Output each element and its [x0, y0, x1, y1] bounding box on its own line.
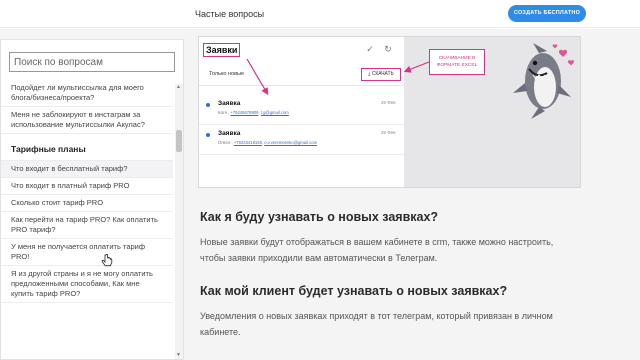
create-free-button[interactable]: СОЗДАТЬ БЕСПЛАТНО: [508, 5, 586, 22]
excel-note: СКАЧИВАНИЕ В ФОРМАТЕ EXCEL: [429, 49, 485, 75]
arrow-to-leads: [246, 58, 269, 96]
faq-list: Подойдет ли мультиссылка для моего блога…: [1, 80, 173, 303]
faq-item[interactable]: Сколько стоит тариф PRO: [1, 195, 173, 212]
faq-item[interactable]: Меня не заблокируют в инстаграм за испол…: [1, 107, 173, 134]
hand-cursor-icon: [101, 254, 113, 267]
top-bar: Частые вопросы СОЗДАТЬ БЕСПЛАТНО: [0, 0, 640, 28]
faq-item[interactable]: У меня не получается оплатить тариф PRO!: [1, 239, 173, 266]
section-title-tariffs: Тарифные планы: [1, 134, 173, 161]
question-heading-1: Как я буду узнавать о новых заявках?: [200, 210, 439, 224]
arrow-to-export: [403, 61, 430, 73]
page-title: Частые вопросы: [195, 9, 265, 19]
answer-text-1: Новые заявки будут отображаться в вашем …: [200, 237, 554, 263]
answer-text-2: Уведомления о новых заявках приходят в т…: [200, 311, 553, 337]
crm-screenshot-image: Заявки ✓ ↻ Только новые ⤓ СКАЧАТЬ Заявка…: [198, 36, 581, 188]
faq-search-input[interactable]: [9, 52, 175, 72]
faq-item-active[interactable]: Что входит в бесплатный тариф?: [1, 161, 173, 178]
faq-item[interactable]: Что входит в платный тариф PRO: [1, 178, 173, 195]
scrollbar-thumb[interactable]: [176, 130, 182, 152]
faq-item[interactable]: Я из другой страны и я не могу оплатить …: [1, 266, 173, 303]
faq-sidebar: Подойдет ли мультиссылка для моего блога…: [0, 39, 184, 360]
shark-mascot-icon: [513, 43, 575, 119]
scroll-down-icon[interactable]: ▼: [176, 352, 181, 358]
question-heading-2: Как мой клиент будет узнавать о новых за…: [200, 284, 508, 298]
sidebar-scrollbar[interactable]: [175, 84, 183, 359]
faq-item[interactable]: Как перейти на тариф PRO? Как оплатить P…: [1, 212, 173, 239]
heart-icon: [558, 49, 568, 57]
faq-item[interactable]: Подойдет ли мультиссылка для моего блога…: [1, 80, 173, 107]
scroll-up-icon[interactable]: ▲: [176, 84, 181, 90]
